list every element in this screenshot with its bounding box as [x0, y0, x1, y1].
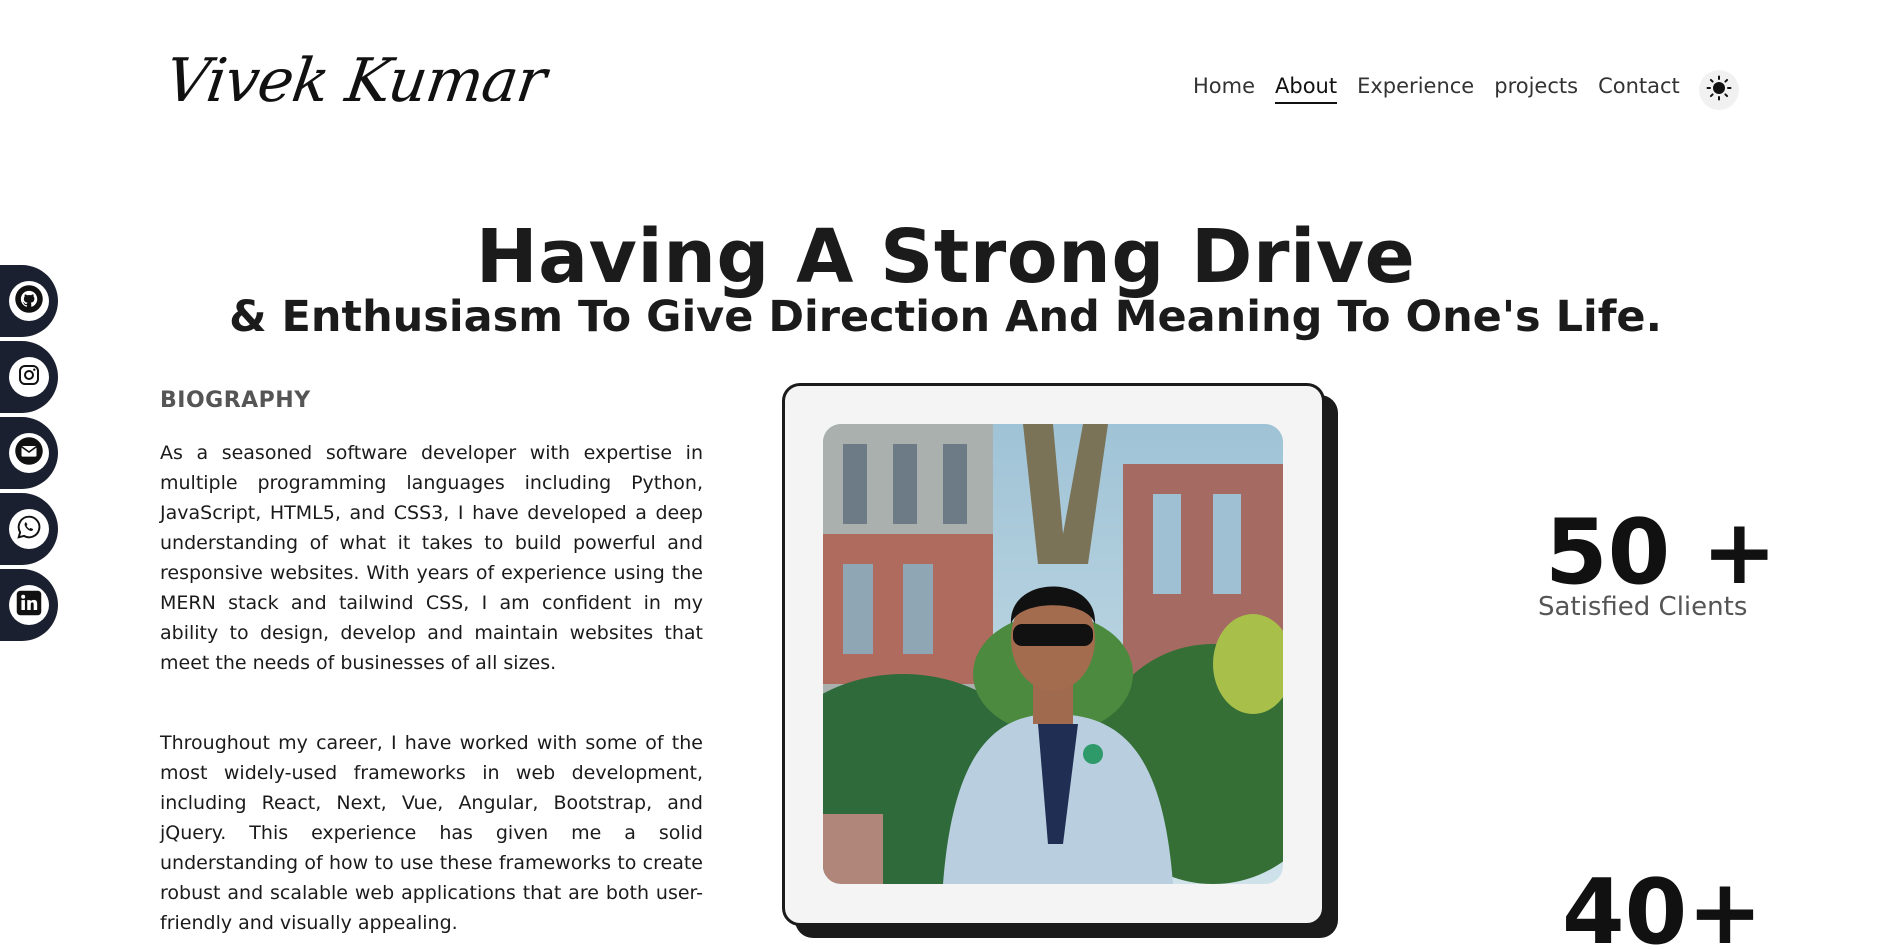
nav-projects[interactable]: projects [1494, 74, 1578, 98]
profile-photo [823, 424, 1283, 884]
whatsapp-icon [16, 514, 42, 544]
main-nav: Home About Experience projects Contact [1193, 74, 1680, 104]
theme-toggle-button[interactable] [1699, 70, 1739, 110]
stat-value: 50 + [1545, 500, 1777, 605]
nav-contact[interactable]: Contact [1598, 74, 1680, 98]
nav-home[interactable]: Home [1193, 74, 1255, 98]
mail-link[interactable] [0, 417, 58, 489]
sun-icon [1706, 75, 1732, 105]
mail-icon [14, 436, 44, 470]
nav-about[interactable]: About [1275, 74, 1338, 104]
linkedin-link[interactable] [0, 569, 58, 641]
biography-paragraph: As a seasoned software developer with ex… [160, 442, 703, 674]
instagram-icon [17, 363, 41, 391]
instagram-link[interactable] [0, 341, 58, 413]
linkedin-icon [15, 589, 43, 621]
biography-heading: BIOGRAPHY [160, 388, 311, 413]
brand-name: Vivek Kumar [161, 46, 550, 116]
brand-logo[interactable]: Vivek Kumar [161, 38, 550, 128]
biography-paragraph: Throughout my career, I have worked with… [160, 732, 703, 934]
stat-value: 40+ [1562, 860, 1763, 950]
stat-label: Satisfied Clients [1538, 592, 1748, 622]
hero-title: Having A Strong Drive [475, 214, 1416, 300]
hero-subtitle: & Enthusiasm To Give Direction And Meani… [229, 292, 1662, 342]
whatsapp-link[interactable] [0, 493, 58, 565]
nav-experience[interactable]: Experience [1357, 74, 1474, 98]
